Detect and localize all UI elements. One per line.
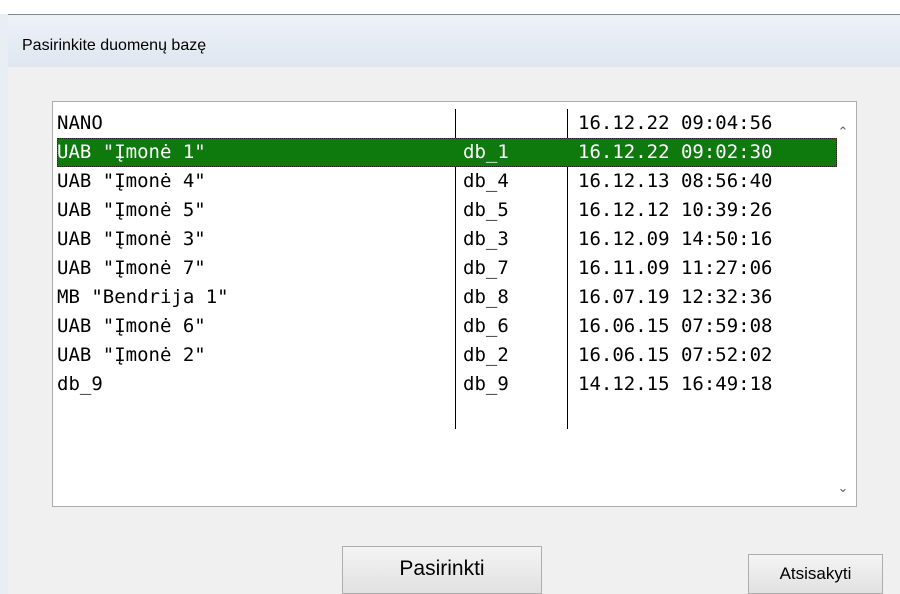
dialog-title: Pasirinkite duomenų bazę xyxy=(22,37,207,54)
list-item[interactable]: MB "Bendrija 1" db_8 16.07.19 12:32:36 xyxy=(57,283,837,312)
list-item[interactable]: UAB "Įmonė 2" db_2 16.06.15 07:52:02 xyxy=(57,341,837,370)
list-item[interactable]: UAB "Įmonė 3" db_3 16.12.09 14:50:16 xyxy=(57,225,837,254)
database-timestamp-cell: 14.12.15 16:49:18 xyxy=(578,373,773,395)
database-id-cell: db_6 xyxy=(463,315,509,337)
list-item[interactable]: UAB "Įmonė 1" db_1 16.12.22 09:02:30 xyxy=(57,138,837,167)
database-timestamp-cell: 16.12.09 14:50:16 xyxy=(578,228,773,250)
database-timestamp-cell: 16.12.22 09:02:30 xyxy=(578,141,773,163)
database-id-cell: db_9 xyxy=(463,373,509,395)
window-left-edge xyxy=(0,14,8,594)
database-name-cell: UAB "Įmonė 2" xyxy=(57,344,206,366)
list-item[interactable]: UAB "Įmonė 6" db_6 16.06.15 07:59:08 xyxy=(57,312,837,341)
database-id-cell: db_3 xyxy=(463,228,509,250)
database-timestamp-cell: 16.06.15 07:59:08 xyxy=(578,315,773,337)
database-id-cell: db_4 xyxy=(463,170,509,192)
select-button[interactable]: Pasirinkti xyxy=(342,546,542,594)
database-name-cell: db_9 xyxy=(57,373,103,395)
database-id-cell: db_8 xyxy=(463,286,509,308)
database-timestamp-cell: 16.06.15 07:52:02 xyxy=(578,344,773,366)
database-select-dialog: Pasirinkite duomenų bazę NANO 16.12.22 09… xyxy=(8,14,900,594)
database-id-cell: db_7 xyxy=(463,257,509,279)
database-timestamp-cell: 16.07.19 12:32:36 xyxy=(578,286,773,308)
database-name-cell: MB "Bendrija 1" xyxy=(57,286,229,308)
database-name-cell: UAB "Įmonė 3" xyxy=(57,228,206,250)
database-timestamp-cell: 16.12.13 08:56:40 xyxy=(578,170,773,192)
list-item[interactable]: db_9 db_9 14.12.15 16:49:18 xyxy=(57,370,837,399)
database-timestamp-cell: 16.11.09 11:27:06 xyxy=(578,257,773,279)
database-name-cell: UAB "Įmonė 4" xyxy=(57,170,206,192)
database-id-cell: db_5 xyxy=(463,199,509,221)
database-timestamp-cell: 16.12.22 09:04:56 xyxy=(578,112,773,134)
list-item[interactable]: UAB "Įmonė 5" db_5 16.12.12 10:39:26 xyxy=(57,196,837,225)
database-rows: NANO 16.12.22 09:04:56 UAB "Įmonė 1" db_1 16… xyxy=(57,109,837,399)
database-name-cell: NANO xyxy=(57,112,103,134)
database-name-cell: UAB "Įmonė 1" xyxy=(57,141,206,163)
list-item[interactable]: UAB "Įmonė 7" db_7 16.11.09 11:27:06 xyxy=(57,254,837,283)
database-id-cell: db_2 xyxy=(463,344,509,366)
database-name-cell: UAB "Įmonė 6" xyxy=(57,315,206,337)
cancel-button[interactable]: Atsisakyti xyxy=(748,554,883,594)
database-list[interactable]: NANO 16.12.22 09:04:56 UAB "Įmonė 1" db_1 16… xyxy=(52,101,857,507)
chevron-down-icon[interactable]: ⌄ xyxy=(834,480,852,498)
list-item[interactable]: NANO 16.12.22 09:04:56 xyxy=(57,109,837,138)
database-timestamp-cell: 16.12.12 10:39:26 xyxy=(578,199,773,221)
database-id-cell xyxy=(463,109,563,138)
database-name-cell: UAB "Įmonė 7" xyxy=(57,257,206,279)
title-bar[interactable]: Pasirinkite duomenų bazę xyxy=(8,15,900,67)
database-id-cell: db_1 xyxy=(463,141,509,163)
list-item[interactable]: UAB "Įmonė 4" db_4 16.12.13 08:56:40 xyxy=(57,167,837,196)
database-name-cell: UAB "Įmonė 5" xyxy=(57,199,206,221)
chevron-up-icon[interactable]: ⌃ xyxy=(834,124,852,142)
